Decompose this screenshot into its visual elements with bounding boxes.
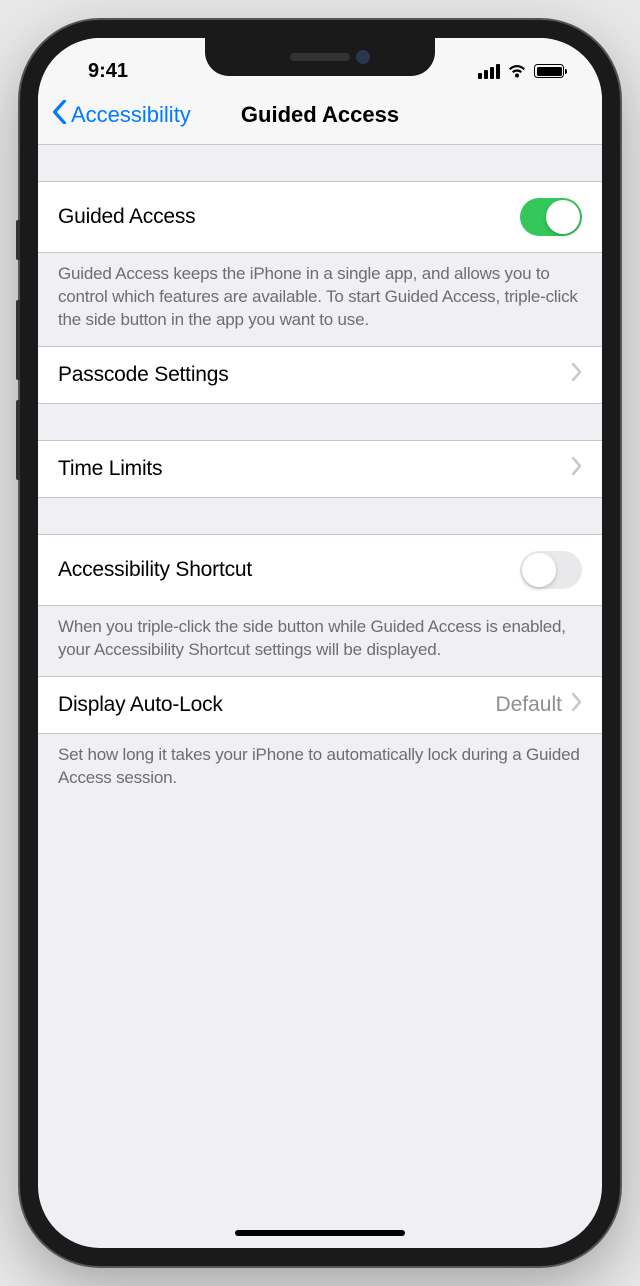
display-autolock-cell[interactable]: Display Auto-Lock Default (38, 676, 602, 734)
navigation-bar: Accessibility Guided Access (38, 88, 602, 145)
passcode-settings-label: Passcode Settings (58, 363, 229, 387)
guided-access-toggle[interactable] (520, 198, 582, 236)
chevron-right-icon (572, 363, 582, 386)
phone-frame: 9:41 Accessibility Guided Acces (20, 20, 620, 1266)
battery-icon (534, 64, 564, 78)
cellular-signal-icon (478, 64, 500, 79)
accessibility-shortcut-toggle[interactable] (520, 551, 582, 589)
screen: 9:41 Accessibility Guided Acces (38, 38, 602, 1248)
status-icons (478, 64, 572, 79)
chevron-right-icon (572, 457, 582, 480)
back-label: Accessibility (71, 102, 191, 128)
status-time: 9:41 (68, 60, 128, 83)
accessibility-shortcut-label: Accessibility Shortcut (58, 558, 252, 582)
accessibility-shortcut-footer: When you triple-click the side button wh… (38, 606, 602, 676)
display-autolock-label: Display Auto-Lock (58, 693, 223, 717)
chevron-left-icon (52, 100, 67, 130)
accessibility-shortcut-cell[interactable]: Accessibility Shortcut (38, 534, 602, 606)
speaker-grille (290, 53, 350, 61)
home-indicator[interactable] (235, 1230, 405, 1236)
passcode-settings-cell[interactable]: Passcode Settings (38, 346, 602, 404)
page-title: Guided Access (241, 102, 399, 128)
guided-access-label: Guided Access (58, 205, 195, 229)
guided-access-footer: Guided Access keeps the iPhone in a sing… (38, 253, 602, 346)
wifi-icon (507, 64, 527, 79)
back-button[interactable]: Accessibility (52, 100, 191, 130)
time-limits-label: Time Limits (58, 457, 162, 481)
guided-access-toggle-cell[interactable]: Guided Access (38, 181, 602, 253)
display-autolock-value: Default (495, 693, 562, 717)
content-area: Guided Access Guided Access keeps the iP… (38, 145, 602, 804)
time-limits-cell[interactable]: Time Limits (38, 440, 602, 498)
front-camera (356, 50, 370, 64)
chevron-right-icon (572, 693, 582, 716)
notch (205, 38, 435, 76)
display-autolock-footer: Set how long it takes your iPhone to aut… (38, 734, 602, 804)
